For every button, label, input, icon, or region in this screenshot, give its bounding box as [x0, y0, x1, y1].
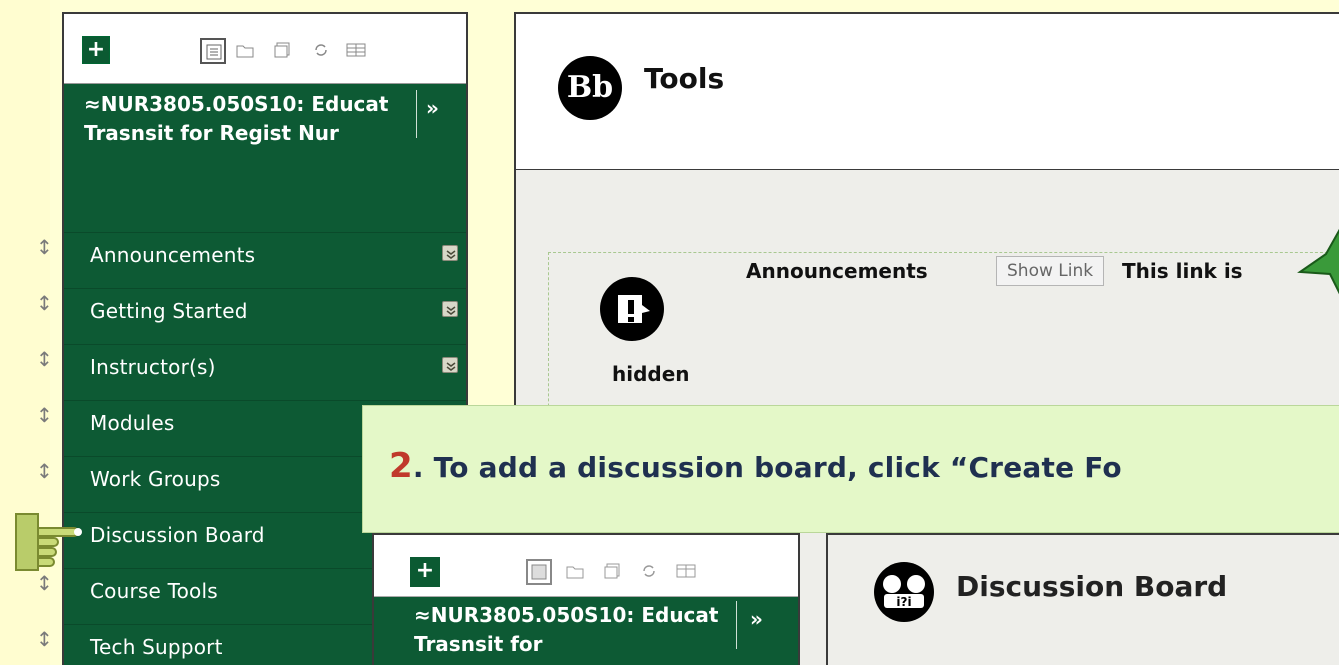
drag-handle-icon[interactable]: ↕	[36, 347, 53, 371]
list-icon	[206, 44, 222, 60]
window-icon	[604, 563, 620, 579]
tool-name: Announcements	[746, 259, 928, 283]
chevron-down-icon	[446, 250, 456, 259]
sidebar-item-getting-started[interactable]: Getting Started	[64, 288, 466, 344]
course-title: ≈NUR3805.050S10: Educat Trasnsit for Reg…	[84, 92, 389, 145]
add-menu-item-button[interactable]: +	[410, 557, 440, 587]
discussion-board-icon: i?i	[874, 562, 934, 622]
sidebar-item-announcements[interactable]: Announcements	[64, 232, 466, 288]
course-menu-toolbar: +	[64, 14, 466, 84]
divider	[416, 90, 417, 138]
list-view-button[interactable]	[526, 559, 552, 585]
item-menu-button[interactable]	[442, 357, 458, 373]
star-burst-icon	[1297, 228, 1339, 295]
hidden-status-text: This link is	[1122, 259, 1243, 283]
chevron-down-icon	[446, 306, 456, 315]
step-number: 2	[389, 446, 413, 486]
detail-view-button[interactable]	[672, 559, 698, 585]
sidebar-item-label: Announcements	[90, 243, 256, 267]
drag-handle-icon[interactable]: ↕	[36, 627, 53, 651]
list-icon	[531, 564, 547, 580]
course-header[interactable]: ≈NUR3805.050S10: Educat Trasnsit for Reg…	[64, 86, 466, 222]
add-menu-item-button[interactable]: +	[82, 36, 110, 64]
inset-toolbar: +	[374, 535, 798, 597]
sidebar-item-label: Discussion Board	[90, 523, 265, 547]
refresh-button[interactable]	[636, 559, 662, 585]
grid-icon	[346, 43, 366, 57]
item-menu-button[interactable]	[442, 301, 458, 317]
window-view-button[interactable]	[600, 559, 626, 585]
drag-handle-icon[interactable]: ↕	[36, 403, 53, 427]
folder-icon	[566, 566, 584, 579]
instruction-text: 2. To add a discussion board, click “Cre…	[389, 446, 1122, 486]
page-title: Tools	[644, 62, 725, 95]
inset-course-menu: + ≈NUR3805.050S10: Educat Trasnsit for »	[372, 533, 800, 665]
sidebar-item-label: Work Groups	[90, 467, 221, 491]
grid-icon	[676, 564, 696, 578]
sidebar-item-instructors[interactable]: Instructor(s)	[64, 344, 466, 400]
window-icon	[274, 42, 290, 58]
collapse-menu-button[interactable]: »	[426, 96, 439, 120]
window-view-button[interactable]	[270, 38, 296, 64]
drag-handle-icon[interactable]: ↕	[36, 235, 53, 259]
svg-text:i?i: i?i	[896, 595, 911, 609]
divider	[736, 601, 737, 649]
folder-view-button[interactable]	[232, 38, 258, 64]
blackboard-logo: Bb	[558, 56, 622, 120]
course-title: ≈NUR3805.050S10: Educat Trasnsit for	[414, 603, 719, 656]
refresh-icon	[315, 44, 327, 56]
content-header: Bb Tools	[516, 14, 1339, 170]
refresh-button[interactable]	[308, 38, 334, 64]
sidebar-item-label: Course Tools	[90, 579, 218, 603]
drag-handle-icon[interactable]: ↕	[36, 459, 53, 483]
instruction-body: . To add a discussion board, click “Crea…	[412, 451, 1122, 484]
hidden-status-text-continued: hidden	[612, 362, 690, 386]
collapse-menu-button[interactable]: »	[750, 607, 763, 631]
folder-view-button[interactable]	[562, 559, 588, 585]
sidebar-item-label: Instructor(s)	[90, 355, 216, 379]
instruction-callout: 2. To add a discussion board, click “Cre…	[362, 405, 1339, 533]
sidebar-item-label: Tech Support	[90, 635, 223, 659]
list-view-button[interactable]	[200, 38, 226, 64]
tool-title: Discussion Board	[956, 570, 1228, 603]
drag-handle-icon[interactable]: ↕	[36, 291, 53, 315]
sidebar-item-label: Modules	[90, 411, 175, 435]
folder-icon	[236, 45, 254, 58]
announcement-icon	[600, 277, 664, 341]
show-link-button[interactable]: Show Link	[996, 256, 1105, 286]
chevron-down-icon	[446, 362, 456, 371]
detail-view-button[interactable]	[342, 38, 368, 64]
refresh-icon	[643, 565, 655, 577]
pointing-hand-icon	[15, 513, 82, 571]
sidebar-item-label: Getting Started	[90, 299, 248, 323]
item-menu-button[interactable]	[442, 245, 458, 261]
